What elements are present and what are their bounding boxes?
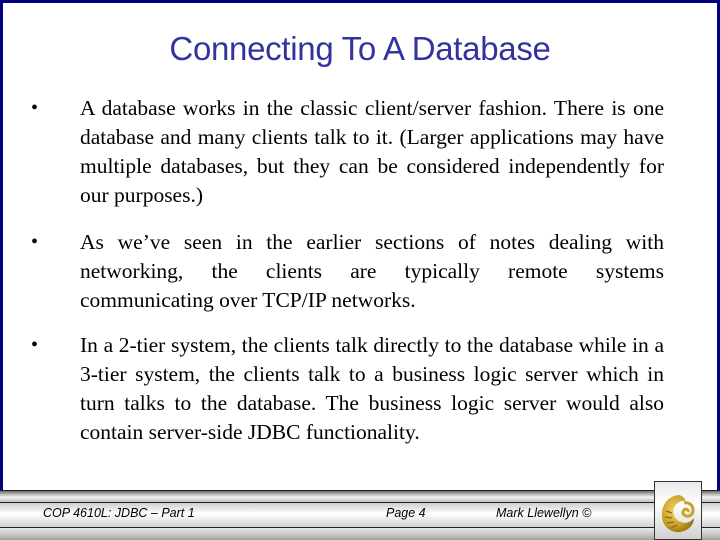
bullet-text: In a 2-tier system, the clients talk dir… [80,333,664,444]
footer-band-top [0,490,720,503]
slide-footer: COP 4610L: JDBC – Part 1 Page 4 Mark Lle… [0,490,720,540]
footer-page-number: Page 4 [386,506,426,520]
footer-band-bottom [0,528,720,540]
footer-course: COP 4610L: JDBC – Part 1 [43,506,195,520]
ucf-pegasus-logo [654,481,702,540]
bullet-marker: • [31,334,39,356]
bullet-marker: • [31,97,39,119]
footer-author: Mark Llewellyn © [496,506,592,520]
bullet-text: As we’ve seen in the earlier sections of… [80,230,664,312]
bullet-text: A database works in the classic client/s… [80,96,664,207]
slide-title: Connecting To A Database [169,30,551,67]
pegasus-icon [661,495,695,533]
bullet-marker: • [31,231,39,253]
